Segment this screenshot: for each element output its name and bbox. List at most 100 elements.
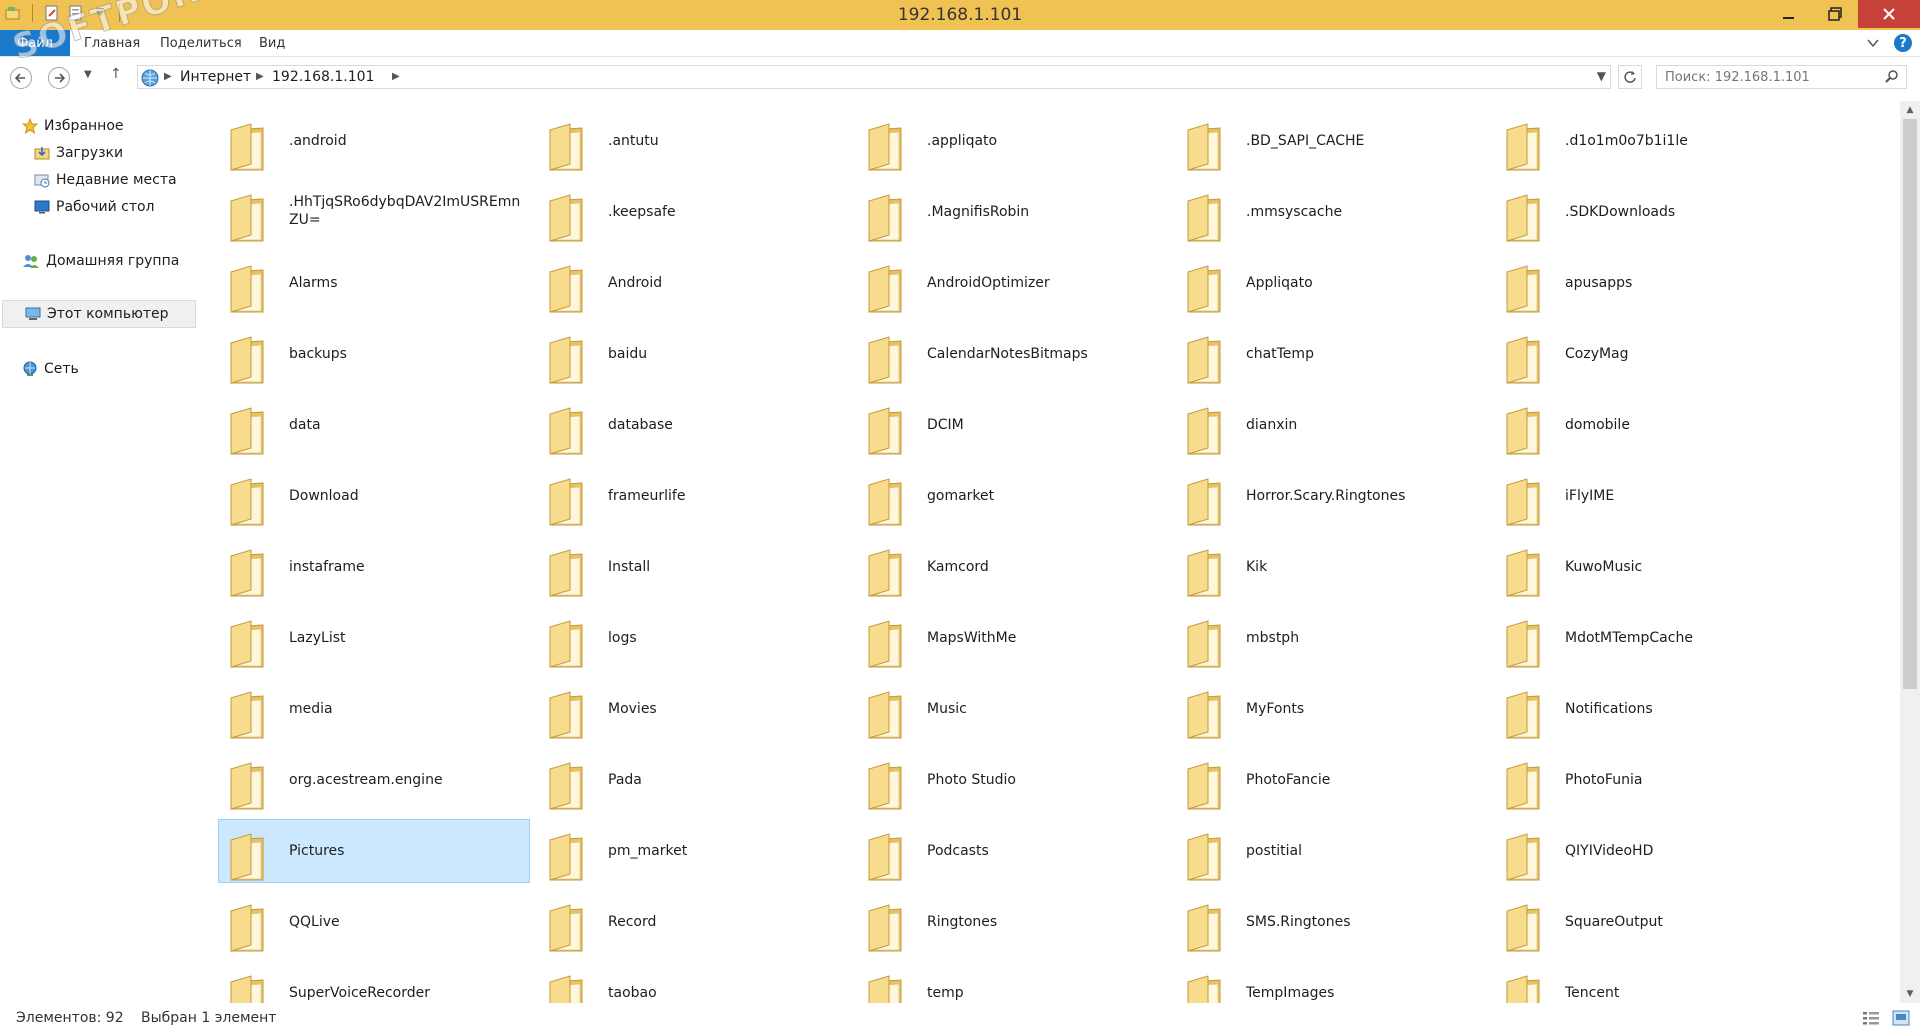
sidebar-item-downloads[interactable]: Загрузки	[34, 142, 123, 164]
folder-item[interactable]: QQLive	[218, 890, 530, 954]
breadcrumb-separator[interactable]: ▶	[392, 71, 400, 82]
folder-item[interactable]: SquareOutput	[1494, 890, 1806, 954]
folder-item[interactable]: temp	[856, 961, 1168, 1003]
folder-item[interactable]: Pada	[537, 748, 849, 812]
folder-item[interactable]: Movies	[537, 677, 849, 741]
sidebar-item-desktop[interactable]: Рабочий стол	[34, 196, 155, 218]
folder-item[interactable]: MdotMTempCache	[1494, 606, 1806, 670]
folder-item[interactable]: Notifications	[1494, 677, 1806, 741]
folder-item[interactable]: database	[537, 393, 849, 457]
folder-item[interactable]: gomarket	[856, 464, 1168, 528]
folder-item[interactable]: .BD_SAPI_CACHE	[1175, 109, 1487, 173]
folder-item[interactable]: PhotoFunia	[1494, 748, 1806, 812]
folder-item[interactable]: Kamcord	[856, 535, 1168, 599]
folder-item[interactable]: .keepsafe	[537, 180, 849, 244]
large-icons-view-icon[interactable]	[1892, 1010, 1910, 1026]
minimize-button[interactable]	[1766, 0, 1812, 28]
folder-item[interactable]: Appliqato	[1175, 251, 1487, 315]
recent-locations-dropdown[interactable]: ▼	[84, 69, 92, 80]
folder-item[interactable]: .HhTjqSRo6dybqDAV2ImUSREmnZU=	[218, 180, 530, 244]
folder-item[interactable]: Photo Studio	[856, 748, 1168, 812]
forward-button[interactable]	[48, 67, 70, 89]
up-button[interactable]: ↑	[110, 66, 122, 82]
search-box[interactable]	[1656, 65, 1907, 89]
folder-item[interactable]: Download	[218, 464, 530, 528]
folder-item[interactable]: .SDKDownloads	[1494, 180, 1806, 244]
folder-item[interactable]: .antutu	[537, 109, 849, 173]
folder-item[interactable]: Pictures	[218, 819, 530, 883]
folder-item[interactable]: Tencent	[1494, 961, 1806, 1003]
folder-item[interactable]: media	[218, 677, 530, 741]
sidebar-item-homegroup[interactable]: Домашняя группа	[22, 250, 179, 272]
breadcrumb-separator[interactable]: ▶	[256, 71, 264, 82]
folder-item[interactable]: PhotoFancie	[1175, 748, 1487, 812]
tab-view[interactable]: Вид	[259, 36, 285, 51]
folder-item[interactable]: .appliqato	[856, 109, 1168, 173]
folder-item[interactable]: QIYIVideoHD	[1494, 819, 1806, 883]
folder-item[interactable]: Music	[856, 677, 1168, 741]
folder-item[interactable]: Kik	[1175, 535, 1487, 599]
folder-item[interactable]: TempImages	[1175, 961, 1487, 1003]
folder-item[interactable]: iFlyIME	[1494, 464, 1806, 528]
folder-item[interactable]: .mmsyscache	[1175, 180, 1487, 244]
folder-item[interactable]: CalendarNotesBitmaps	[856, 322, 1168, 386]
folder-item[interactable]: Podcasts	[856, 819, 1168, 883]
expand-ribbon-icon[interactable]	[1866, 36, 1880, 50]
refresh-button[interactable]	[1618, 65, 1642, 89]
folder-item[interactable]: LazyList	[218, 606, 530, 670]
folder-item[interactable]: org.acestream.engine	[218, 748, 530, 812]
search-input[interactable]	[1657, 66, 1885, 88]
tab-file[interactable]: Файл	[0, 30, 70, 56]
folder-item[interactable]: Install	[537, 535, 849, 599]
folder-item[interactable]: Record	[537, 890, 849, 954]
folder-item[interactable]: taobao	[537, 961, 849, 1003]
folder-item[interactable]: data	[218, 393, 530, 457]
scroll-down-arrow[interactable]: ▼	[1900, 985, 1920, 1003]
details-view-icon[interactable]	[1862, 1010, 1880, 1026]
folder-item[interactable]: domobile	[1494, 393, 1806, 457]
folder-item[interactable]: backups	[218, 322, 530, 386]
back-button[interactable]	[10, 67, 32, 89]
folder-item[interactable]: KuwoMusic	[1494, 535, 1806, 599]
folder-item[interactable]: chatTemp	[1175, 322, 1487, 386]
folder-item[interactable]: AndroidOptimizer	[856, 251, 1168, 315]
sidebar-item-recent-places[interactable]: Недавние места	[34, 169, 177, 191]
sidebar-item-favorites[interactable]: Избранное	[22, 115, 124, 137]
folder-item[interactable]: frameurlife	[537, 464, 849, 528]
sidebar-item-this-pc[interactable]: Этот компьютер	[2, 300, 196, 328]
close-button[interactable]	[1858, 0, 1920, 28]
tab-home[interactable]: Главная	[84, 36, 140, 51]
address-history-dropdown[interactable]: ▼	[1597, 69, 1606, 83]
folder-item[interactable]: SuperVoiceRecorder	[218, 961, 530, 1003]
folder-item[interactable]: Alarms	[218, 251, 530, 315]
folder-item[interactable]: CozyMag	[1494, 322, 1806, 386]
folder-item[interactable]: baidu	[537, 322, 849, 386]
folder-item[interactable]: .d1o1m0o7b1i1le	[1494, 109, 1806, 173]
folder-item[interactable]: MyFonts	[1175, 677, 1487, 741]
maximize-button[interactable]	[1812, 0, 1858, 28]
breadcrumb-internet[interactable]: Интернет	[180, 69, 251, 85]
tab-share[interactable]: Поделиться	[160, 36, 242, 51]
folder-item[interactable]: Horror.Scary.Ringtones	[1175, 464, 1487, 528]
search-icon[interactable]	[1884, 69, 1900, 85]
folder-item[interactable]: dianxin	[1175, 393, 1487, 457]
folder-item[interactable]: instaframe	[218, 535, 530, 599]
folder-item[interactable]: SMS.Ringtones	[1175, 890, 1487, 954]
sidebar-item-network[interactable]: Сеть	[22, 358, 79, 380]
folder-item[interactable]: mbstph	[1175, 606, 1487, 670]
folder-item[interactable]: DCIM	[856, 393, 1168, 457]
folder-item[interactable]: .android	[218, 109, 530, 173]
breadcrumb-host[interactable]: 192.168.1.101	[272, 69, 374, 85]
vertical-scrollbar[interactable]: ▲ ▼	[1900, 101, 1920, 1003]
folder-item[interactable]: MapsWithMe	[856, 606, 1168, 670]
folder-item[interactable]: pm_market	[537, 819, 849, 883]
scroll-up-arrow[interactable]: ▲	[1900, 101, 1920, 119]
folder-item[interactable]: .MagnifisRobin	[856, 180, 1168, 244]
breadcrumb-separator[interactable]: ▶	[164, 71, 172, 82]
help-icon[interactable]: ?	[1894, 34, 1912, 52]
address-bar[interactable]: ▶ Интернет ▶ 192.168.1.101 ▶ ▼	[137, 65, 1611, 89]
scrollbar-thumb[interactable]	[1903, 119, 1917, 689]
folder-item[interactable]: Android	[537, 251, 849, 315]
folder-item[interactable]: postitial	[1175, 819, 1487, 883]
folder-item[interactable]: Ringtones	[856, 890, 1168, 954]
